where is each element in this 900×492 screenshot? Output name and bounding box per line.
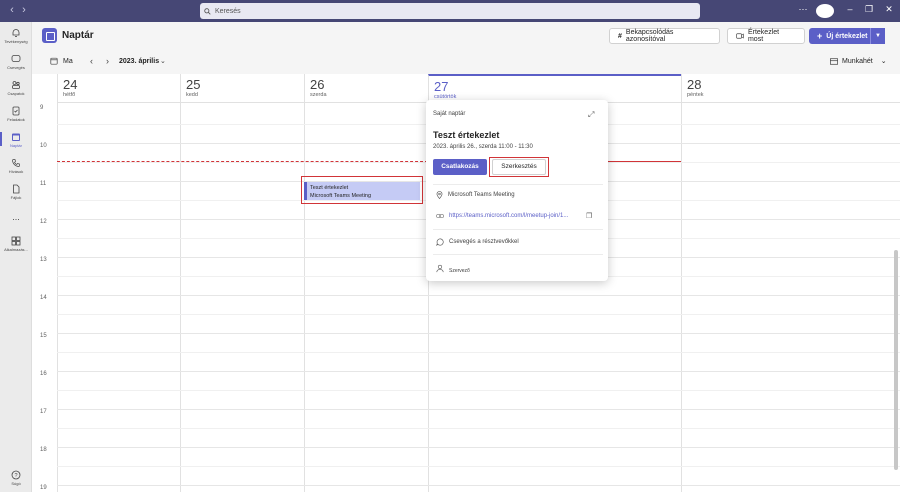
more-options-icon[interactable]: ⋯ [796,4,810,15]
minimize-icon[interactable]: – [843,4,857,14]
search-placeholder: Keresés [215,7,241,15]
event-title: Teszt értekezlet [310,185,349,191]
rail-item-more[interactable]: ... [0,212,32,222]
person-icon [436,264,444,272]
calendar-icon [12,133,20,141]
day-header-monday[interactable]: 24 hétfő [57,74,180,103]
chat-bubble-icon [436,238,444,246]
meeting-link[interactable]: https://teams.microsoft.com/l/meetup-joi… [449,213,568,219]
video-icon [736,33,744,39]
hour-label: 18 [40,447,47,453]
meet-now-button[interactable]: Értekezlet most [727,28,805,44]
vertical-scrollbar[interactable] [894,250,898,470]
calendar-name: Saját naptár [433,111,466,117]
location-pin-icon [436,191,443,199]
svg-text:?: ? [14,473,17,479]
expand-icon[interactable]: ⤢ [588,110,594,120]
app-rail: Tevékenység Csevegés Csapatok Feladatok … [0,22,32,492]
file-icon [13,184,20,194]
day-header-tuesday[interactable]: 25 kedd [180,74,304,103]
hour-label: 16 [40,371,47,377]
popup-link-row[interactable]: https://teams.microsoft.com/l/meetup-joi… [436,213,568,219]
rail-item-chat[interactable]: Csevegés [0,54,32,70]
rail-item-activity[interactable]: Tevékenység [0,28,32,44]
apps-icon [11,236,21,246]
hour-label: 19 [40,485,47,491]
copy-icon[interactable]: ❐ [586,212,592,220]
calendar-app-icon [42,28,57,43]
current-range[interactable]: 2023. április [119,58,159,65]
new-meeting-dropdown[interactable]: ▼ [870,28,885,44]
time-column: 9 10 11 12 13 14 15 16 17 18 19 [32,103,57,492]
next-week-icon[interactable]: › [106,56,109,66]
hour-label: 9 [40,105,44,111]
avatar[interactable] [816,4,834,18]
rail-item-calendar[interactable]: Naptár [0,132,32,148]
search-input[interactable]: Keresés [200,3,700,19]
rail-item-teams[interactable]: Csapatok [0,80,32,96]
search-icon [204,7,211,15]
calendar-event[interactable]: Teszt értekezlet Microsoft Teams Meeting [304,182,420,200]
event-details-popup: Saját naptár ⤢ Teszt értekezlet 2023. áp… [426,100,608,281]
popup-location-row: Microsoft Teams Meeting [436,191,515,199]
page-title: Naptár [62,30,94,41]
join-with-id-button[interactable]: # Bekapcsolódás azonosítóval [609,28,720,44]
popup-event-title: Teszt értekezlet [433,130,500,140]
plus-icon: + [817,31,823,41]
rail-item-calls[interactable]: Hívások [0,158,32,174]
close-icon[interactable]: ✕ [882,4,896,15]
rail-item-apps[interactable]: Alkalmazás... [0,236,32,252]
calendar-header: Naptár # Bekapcsolódás azonosítóval Érte… [32,22,900,50]
range-chevron-down-icon[interactable]: ⌄ [160,57,166,65]
phone-icon [12,159,20,167]
more-icon: ... [12,212,20,222]
hour-label: 17 [40,409,47,415]
title-bar: ‹ › Keresés ⋯ – ❐ ✕ [0,0,900,22]
day-header-thursday[interactable]: 27 csütörtök [428,74,681,103]
hour-label: 14 [40,295,47,301]
hour-label: 15 [40,333,47,339]
chat-icon [11,55,21,62]
bell-icon [12,29,20,37]
hour-label: 10 [40,143,47,149]
join-button[interactable]: Csatlakozás [433,159,487,175]
chevron-down-icon: ⌄ [880,58,887,65]
previous-week-icon[interactable]: ‹ [90,56,93,66]
hour-label: 13 [40,257,47,263]
hour-label: 11 [40,181,47,187]
maximize-icon[interactable]: ❐ [862,4,876,15]
calendar-toolbar: Ma ‹ › 2023. április ⌄ Munkahét ⌄ [32,52,900,72]
view-selector[interactable]: Munkahét ⌄ [830,57,887,65]
event-location: Microsoft Teams Meeting [310,193,372,199]
current-time-line-past [57,161,428,162]
teams-icon [12,81,20,89]
chevron-down-icon: ▼ [875,33,881,39]
help-icon: ? [11,470,21,480]
link-icon [436,214,444,218]
rail-item-tasks[interactable]: Feladatok [0,106,32,122]
calendar-today-icon [50,57,58,65]
chat-with-participants-row[interactable]: Csevegés a résztvevőkkel [436,238,519,246]
organizer-row: Szervező [436,262,470,274]
hash-icon: # [618,32,622,40]
day-header-wednesday[interactable]: 26 szerda [304,74,428,103]
today-button[interactable]: Ma [50,57,73,65]
rail-item-files[interactable]: Fájlok [0,184,32,200]
forward-arrow-icon[interactable]: › [17,4,31,16]
day-header-friday[interactable]: 28 péntek [681,74,900,103]
rail-item-help[interactable]: ? Súgó [0,470,32,486]
edit-button[interactable]: Szerkesztés [492,159,546,175]
workweek-icon [830,57,838,65]
hour-label: 12 [40,219,47,225]
popup-event-time: 2023. április 26., szerda 11:00 - 11:30 [433,144,533,150]
tasks-icon [12,106,20,116]
